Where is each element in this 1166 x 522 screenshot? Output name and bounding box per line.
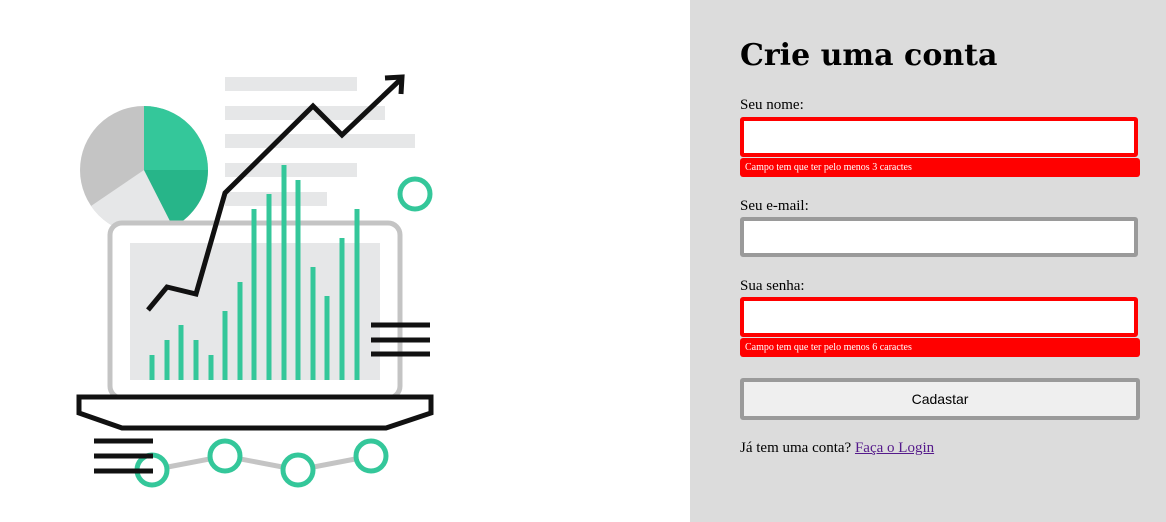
login-prompt: Já tem uma conta? Faça o Login	[740, 440, 934, 457]
login-link[interactable]: Faça o Login	[855, 440, 934, 456]
password-input[interactable]	[740, 297, 1138, 337]
email-input[interactable]	[740, 217, 1138, 257]
email-label: Seu e-mail:	[740, 198, 809, 214]
signup-submit-button[interactable]: Cadastar	[740, 378, 1140, 420]
pie-chart-icon	[80, 106, 208, 234]
login-prompt-text: Já tem uma conta?	[740, 440, 852, 456]
circle-icon	[397, 176, 433, 212]
analytics-laptop-illustration-icon	[76, 74, 434, 488]
signup-panel: Crie uma conta Seu nome: Campo tem que t…	[690, 0, 1166, 522]
password-error-message: Campo tem que ter pelo menos 6 caractes	[740, 338, 1140, 357]
document-lines-icon	[225, 77, 415, 206]
name-input[interactable]	[740, 117, 1138, 157]
password-label: Sua senha:	[740, 278, 805, 294]
name-error-message: Campo tem que ter pelo menos 3 caractes	[740, 158, 1140, 177]
page-title: Crie uma conta	[740, 38, 998, 73]
analytics-illustration	[0, 0, 690, 522]
network-nodes-icon	[134, 438, 389, 488]
name-label: Seu nome:	[740, 97, 804, 113]
